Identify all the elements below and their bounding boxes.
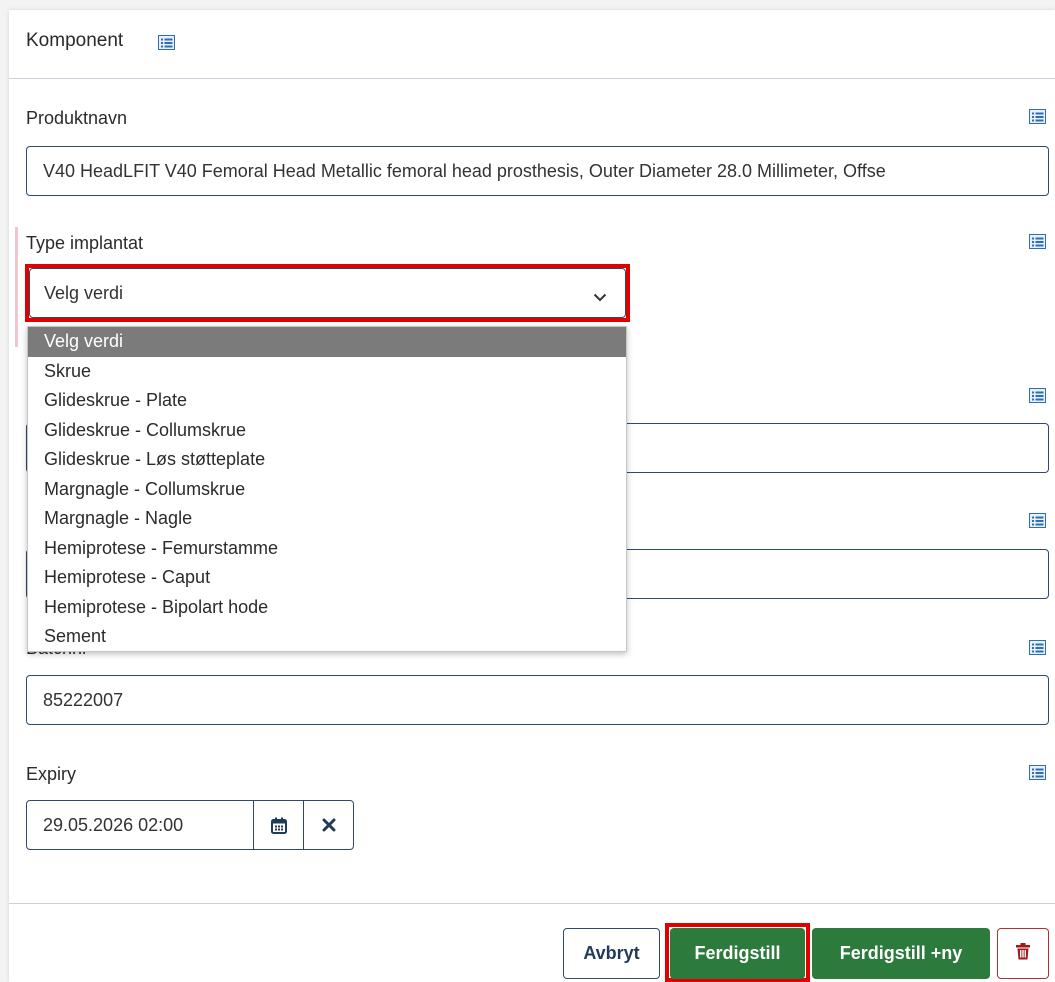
- option-sement[interactable]: Sement: [28, 622, 626, 652]
- expiry-date-field: 29.05.2026 02:00: [26, 800, 354, 850]
- option-hemiprotese-femurstamme[interactable]: Hemiprotese - Femurstamme: [28, 534, 626, 564]
- type-implantat-dropdown: Velg verdi Skrue Glideskrue - Plate Glid…: [27, 326, 627, 652]
- finish-button[interactable]: Ferdigstill: [670, 928, 805, 979]
- chevron-down-icon: [593, 286, 607, 307]
- batchnr-input[interactable]: 85222007: [26, 675, 1049, 725]
- close-icon[interactable]: [303, 801, 354, 849]
- required-indicator: [15, 227, 18, 347]
- list-icon[interactable]: [1029, 765, 1046, 780]
- type-implantat-select[interactable]: Velg verdi: [29, 268, 626, 318]
- option-skrue[interactable]: Skrue: [28, 357, 626, 387]
- panel-header: Komponent: [9, 10, 1055, 79]
- option-margnagle-collumskrue[interactable]: Margnagle - Collumskrue: [28, 475, 626, 505]
- option-glideskrue-collumskrue[interactable]: Glideskrue - Collumskrue: [28, 416, 626, 446]
- trash-icon: [1016, 942, 1030, 965]
- list-icon[interactable]: [1029, 388, 1046, 403]
- option-velg-verdi[interactable]: Velg verdi: [28, 327, 626, 357]
- option-hemiprotese-caput[interactable]: Hemiprotese - Caput: [28, 563, 626, 593]
- list-icon[interactable]: [1029, 234, 1046, 249]
- type-implantat-label: Type implantat: [26, 233, 144, 253]
- delete-button[interactable]: [997, 928, 1049, 979]
- list-icon[interactable]: [1029, 513, 1046, 528]
- component-panel: Komponent Produktnavn V40 HeadLFIT V40 F…: [9, 10, 1055, 982]
- option-glideskrue-los-stotteplate[interactable]: Glideskrue - Løs støtteplate: [28, 445, 626, 475]
- produktnavn-label: Produktnavn: [26, 108, 128, 128]
- option-hemiprotese-bipolart-hode[interactable]: Hemiprotese - Bipolart hode: [28, 593, 626, 623]
- footer-divider: [9, 903, 1055, 904]
- option-margnagle-nagle[interactable]: Margnagle - Nagle: [28, 504, 626, 534]
- calendar-icon[interactable]: [253, 801, 304, 849]
- cancel-button[interactable]: Avbryt: [563, 928, 660, 979]
- list-icon[interactable]: [158, 35, 175, 50]
- expiry-label: Expiry: [26, 764, 77, 784]
- page-title: Komponent: [26, 30, 124, 51]
- produktnavn-input[interactable]: V40 HeadLFIT V40 Femoral Head Metallic f…: [26, 146, 1049, 196]
- expiry-date-input[interactable]: 29.05.2026 02:00: [43, 815, 183, 836]
- select-value: Velg verdi: [44, 282, 124, 303]
- list-icon[interactable]: [1029, 640, 1046, 655]
- option-glideskrue-plate[interactable]: Glideskrue - Plate: [28, 386, 626, 416]
- list-icon[interactable]: [1029, 109, 1046, 124]
- finish-new-button[interactable]: Ferdigstill +ny: [812, 928, 990, 979]
